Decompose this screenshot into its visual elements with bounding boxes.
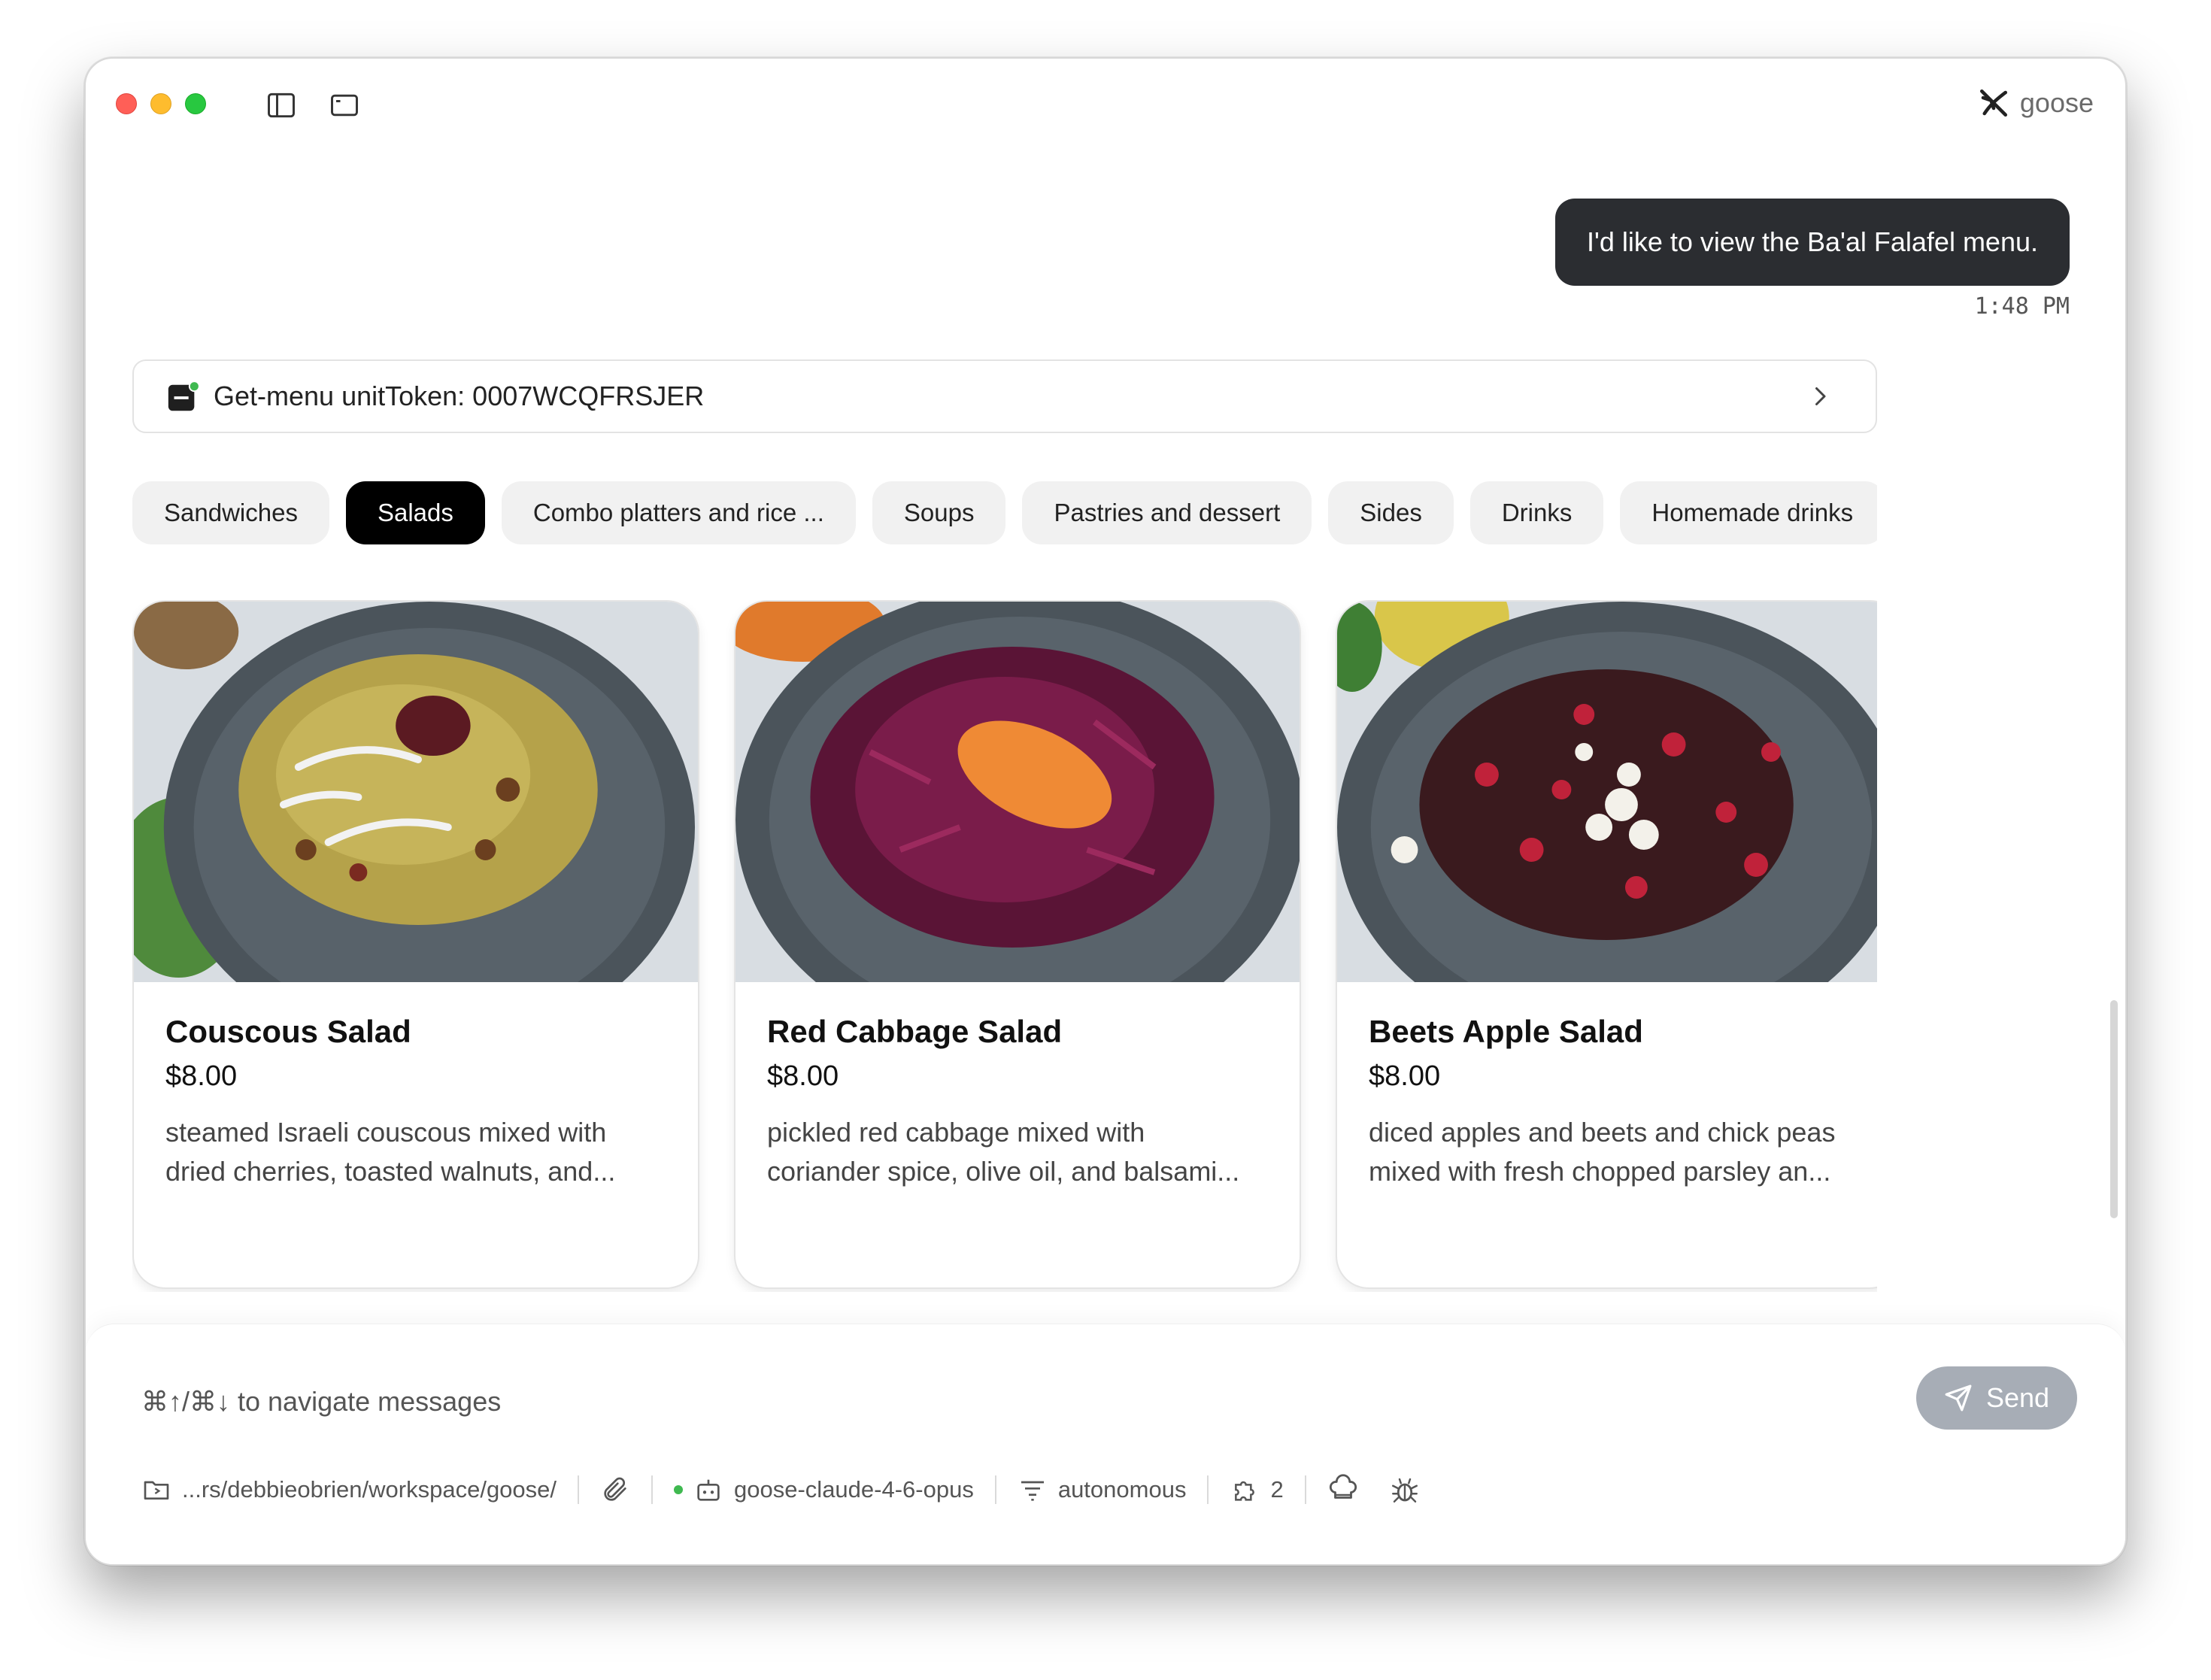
folder-icon xyxy=(144,1481,169,1500)
chevron-right-icon[interactable] xyxy=(1806,383,1833,410)
divider xyxy=(1207,1475,1209,1504)
terminal-icon xyxy=(168,381,200,411)
divider xyxy=(994,1475,996,1504)
menu-item-price: $8.00 xyxy=(165,1060,238,1092)
menu-item-price: $8.00 xyxy=(767,1060,839,1092)
paperclip-icon[interactable] xyxy=(600,1475,630,1505)
bug-icon[interactable] xyxy=(1389,1474,1421,1506)
filter-icon xyxy=(1021,1481,1044,1501)
category-tab[interactable]: Drinks xyxy=(1469,481,1604,544)
message-input[interactable]: ⌘↑/⌘↓ to navigate messages xyxy=(141,1386,501,1418)
maximize-window-button[interactable] xyxy=(185,93,206,114)
extensions-button[interactable]: 2 xyxy=(1230,1475,1284,1505)
category-tab[interactable]: Sandwiches xyxy=(132,481,329,544)
beets-apple-salad-image xyxy=(1337,602,1877,982)
working-directory[interactable]: ...rs/debbieobrien/workspace/goose/ xyxy=(141,1475,557,1505)
working-directory-path: ...rs/debbieobrien/workspace/goose/ xyxy=(182,1476,557,1503)
mode-selector[interactable]: autonomous xyxy=(1018,1475,1187,1505)
mode-name: autonomous xyxy=(1057,1476,1187,1503)
description-line: diced apples and beets and chick peas xyxy=(1369,1117,1836,1148)
model-selector[interactable]: goose-claude-4-6-opus xyxy=(674,1475,974,1505)
menu-item-card[interactable]: Beets Apple Salad $8.00 diced apples and… xyxy=(1336,600,1877,1289)
tool-call-label: Get-menu unitToken: 0007WCQFRSJER xyxy=(214,381,705,411)
description-line: pickled red cabbage mixed with xyxy=(767,1117,1145,1148)
minimize-window-button[interactable] xyxy=(150,93,171,114)
user-message-bubble: I'd like to view the Ba'al Falafel menu. xyxy=(1554,199,2070,286)
message-composer: ⌘↑/⌘↓ to navigate messages Send ...rs/de… xyxy=(86,1324,2125,1564)
menu-items-carousel: Couscous Salad $8.00 steamed Israeli cou… xyxy=(132,600,1877,1292)
model-name: goose-claude-4-6-opus xyxy=(734,1476,974,1503)
description-line: steamed Israeli couscous mixed with xyxy=(165,1117,607,1148)
category-tab[interactable]: Combo platters and rice ... xyxy=(501,481,856,544)
send-button[interactable]: Send xyxy=(1916,1366,2077,1430)
category-tab-active[interactable]: Salads xyxy=(345,481,485,544)
app-window: goose I'd like to view the Ba'al Falafel… xyxy=(84,57,2127,1566)
chat-scrollbar[interactable] xyxy=(2110,1000,2118,1218)
description-line: dried cherries, toasted walnuts, and... xyxy=(165,1156,616,1187)
menu-item-description: diced apples and beets and chick peas mi… xyxy=(1369,1113,1877,1191)
tool-call-row[interactable]: Get-menu unitToken: 0007WCQFRSJER xyxy=(132,359,1877,433)
menu-item-description: pickled red cabbage mixed with coriander… xyxy=(767,1113,1278,1191)
title-bar: goose xyxy=(86,59,2125,156)
divider xyxy=(651,1475,654,1504)
description-line: mixed with fresh chopped parsley an... xyxy=(1369,1156,1831,1187)
category-tabs: Sandwiches Salads Combo platters and ric… xyxy=(132,481,1877,546)
divider xyxy=(1304,1475,1306,1504)
menu-item-name: Red Cabbage Salad xyxy=(767,1014,1063,1049)
goose-logo-icon xyxy=(1979,89,2007,117)
extensions-count: 2 xyxy=(1270,1476,1284,1503)
menu-item-description: steamed Israeli couscous mixed with drie… xyxy=(165,1113,677,1191)
red-cabbage-salad-image xyxy=(735,602,1300,982)
menu-item-price: $8.00 xyxy=(1369,1060,1441,1092)
description-line: coriander spice, olive oil, and balsami.… xyxy=(767,1156,1240,1187)
send-icon xyxy=(1945,1384,1972,1412)
category-tab[interactable]: Homemade drinks xyxy=(1620,481,1877,544)
message-timestamp: 1:48 PM xyxy=(1974,293,2070,320)
divider xyxy=(578,1475,580,1504)
window-icon[interactable] xyxy=(328,89,361,122)
menu-item-card[interactable]: Couscous Salad $8.00 steamed Israeli cou… xyxy=(132,600,699,1289)
chef-hat-icon[interactable] xyxy=(1327,1474,1359,1506)
category-tab[interactable]: Soups xyxy=(872,481,1006,544)
sidebar-toggle-icon[interactable] xyxy=(265,89,298,122)
bot-icon xyxy=(697,1479,720,1501)
send-label: Send xyxy=(1985,1382,2050,1413)
menu-item-card[interactable]: Red Cabbage Salad $8.00 pickled red cabb… xyxy=(734,600,1301,1289)
category-tab[interactable]: Sides xyxy=(1328,481,1454,544)
puzzle-icon xyxy=(1235,1481,1255,1501)
composer-toolbar: ...rs/debbieobrien/workspace/goose/ goos… xyxy=(141,1467,1421,1512)
model-status-dot xyxy=(674,1485,684,1494)
app-name: goose xyxy=(2019,87,2094,118)
close-window-button[interactable] xyxy=(116,93,137,114)
category-tab[interactable]: Pastries and dessert xyxy=(1022,481,1312,544)
couscous-salad-image xyxy=(134,602,698,982)
menu-item-name: Beets Apple Salad xyxy=(1369,1014,1643,1049)
brand: goose xyxy=(1978,83,2094,123)
menu-item-name: Couscous Salad xyxy=(165,1014,411,1049)
